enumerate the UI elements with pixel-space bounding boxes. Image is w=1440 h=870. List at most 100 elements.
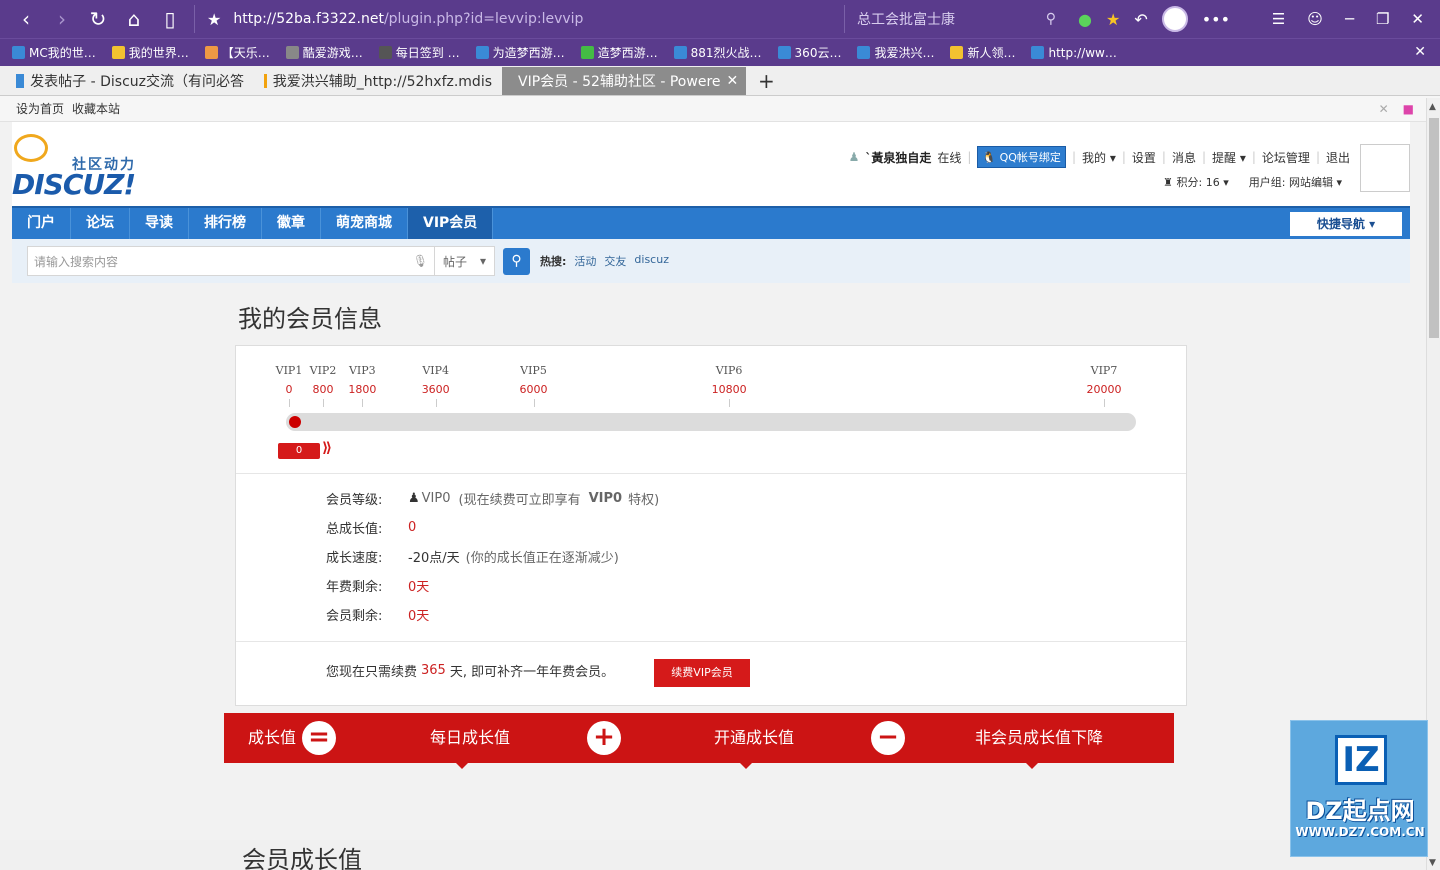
bookmark-item[interactable]: 酷爱游戏… <box>285 44 363 61</box>
bookmark-site-link[interactable]: 收藏本站 <box>72 100 120 117</box>
hot-item-2[interactable]: 交友 <box>604 253 626 269</box>
search-button[interactable]: ⚲ <box>503 247 530 275</box>
bookmark-item[interactable]: http://ww… <box>1031 46 1117 60</box>
reader-icon[interactable]: ▯ <box>154 7 186 31</box>
search-input[interactable]: 请输入搜索内容 🎙 <box>27 246 435 276</box>
speed-note: (你的成长值正在逐渐减少) <box>465 551 619 566</box>
close-icon[interactable]: ✕ <box>1414 44 1426 60</box>
nav-item[interactable]: VIP会员 <box>408 208 494 239</box>
level-tick <box>323 399 324 407</box>
scroll-thumb[interactable] <box>1429 118 1439 338</box>
main-nav: 门户 论坛 导读 排行榜 徽章 萌宠商城 VIP会员 快捷导航 ▾ <box>12 206 1410 239</box>
level-tick <box>362 399 364 407</box>
bookmark-item[interactable]: MC我的世… <box>12 44 96 61</box>
scroll-down-icon[interactable]: ▼ <box>1429 858 1436 868</box>
new-tab-button[interactable]: + <box>746 67 787 95</box>
bookmark-item[interactable]: 【天乐… <box>204 44 270 61</box>
address-bar[interactable]: ★ http://52ba.f3322.net/plugin.php?id=le… <box>194 5 844 33</box>
level-name: VIP3 <box>348 364 376 377</box>
nav-item[interactable]: 萌宠商城 <box>321 208 408 239</box>
renew-row: 您现在只需续费 365 天, 即可补齐一年年费会员。 <box>326 661 614 680</box>
wechat-icon[interactable]: ● <box>1078 10 1092 29</box>
my-menu[interactable]: 我的 ▾ <box>1082 149 1116 166</box>
search-icon[interactable]: ⚲ <box>1046 11 1056 27</box>
browser-search[interactable]: 总工会批富士康 ⚲ <box>844 5 1064 33</box>
minimize-button[interactable]: ─ <box>1345 10 1354 28</box>
logout-link[interactable]: 退出 <box>1326 149 1350 166</box>
url-host: http://52ba.f3322.net <box>233 11 384 27</box>
level-threshold: 6000 <box>519 383 548 396</box>
bookmark-item[interactable]: 360云… <box>777 44 842 61</box>
site-logo[interactable]: 社区动力 DISCUZ! <box>12 132 152 202</box>
bookmark-item[interactable]: 我爱洪兴… <box>857 44 934 61</box>
bookmark-label: 360云… <box>794 46 842 60</box>
menu-icon[interactable]: ☰ <box>1272 10 1285 28</box>
points-menu[interactable]: ♜ 积分: 16 ▾ <box>1163 174 1229 190</box>
usergroup-menu[interactable]: 用户组: 网站编辑 ▾ <box>1249 174 1342 190</box>
bookmark-item[interactable]: 为造梦西游… <box>475 44 565 61</box>
bookmark-star-icon[interactable]: ★ <box>207 10 221 29</box>
nav-item[interactable]: 徽章 <box>262 208 321 239</box>
bookmark-label: 为造梦西游… <box>492 46 565 60</box>
close-window-button[interactable]: ✕ <box>1411 10 1424 28</box>
hot-item-3[interactable]: discuz <box>634 253 669 269</box>
search-type-select[interactable]: 帖子 ▾ <box>435 246 495 276</box>
hot-search-label: 热搜: <box>540 255 567 268</box>
qq-bind-button[interactable]: 🐧 QQ帐号绑定 <box>977 146 1066 168</box>
tab-3-active[interactable]: VIP会员 - 52辅助社区 - Powere ✕ <box>502 67 746 95</box>
bookmark-favicon-icon <box>673 46 687 59</box>
back-icon[interactable]: ‹ <box>10 7 42 31</box>
user-icon: ♟ <box>848 150 860 164</box>
nav-item[interactable]: 导读 <box>130 208 189 239</box>
nav-item[interactable]: 门户 <box>12 208 71 239</box>
style-icon[interactable]: ■ <box>1403 102 1414 116</box>
renew-vip-button[interactable]: 续费VIP会员 <box>654 659 750 687</box>
home-icon[interactable]: ⌂ <box>118 7 150 31</box>
tab-close-icon[interactable]: ✕ <box>727 73 739 89</box>
forward-icon[interactable]: › <box>46 7 78 31</box>
messages-link[interactable]: 消息 <box>1172 149 1196 166</box>
tab-favicon-icon <box>264 74 267 88</box>
username-link[interactable]: `黃泉独自走 <box>865 149 931 166</box>
reminders-label: 提醒 <box>1212 150 1237 165</box>
tab-1[interactable]: 发表帖子 - Discuz交流（有问必答 <box>6 67 254 95</box>
restore-button[interactable]: ❐ <box>1376 10 1389 28</box>
reload-icon[interactable]: ↻ <box>82 7 114 31</box>
bookmark-item[interactable]: 造梦西游… <box>580 44 658 61</box>
total-value: 0 <box>408 520 417 535</box>
nav-item[interactable]: 论坛 <box>71 208 130 239</box>
tab-2[interactable]: 我爱洪兴辅助_http://52hxfz.mdis <box>254 67 502 95</box>
notch <box>740 763 752 769</box>
undo-icon[interactable]: ↶ <box>1134 10 1147 29</box>
url-path: /plugin.php?id=levvip:levvip <box>383 11 584 27</box>
bookmark-item[interactable]: 新人领… <box>950 44 1015 61</box>
set-home-link[interactable]: 设为首页 <box>16 100 64 117</box>
nav-item[interactable]: 排行榜 <box>189 208 262 239</box>
favorites-icon[interactable]: ★ <box>1106 10 1120 29</box>
online-status[interactable]: 在线 <box>937 149 961 166</box>
hot-item-1[interactable]: 活动 <box>574 253 596 269</box>
level-threshold: 1800 <box>348 383 377 396</box>
reminders-menu[interactable]: 提醒 ▾ <box>1212 149 1246 166</box>
settings-link[interactable]: 设置 <box>1132 149 1156 166</box>
current-value-badge: 0 <box>278 443 320 459</box>
bookmark-item[interactable]: 每日签到 … <box>378 44 460 61</box>
scroll-up-icon[interactable]: ▲ <box>1429 102 1436 112</box>
bookmark-item[interactable]: 我的世界… <box>111 44 189 61</box>
bookmark-favicon-icon <box>475 46 489 59</box>
level-name: VIP7 <box>1090 364 1118 377</box>
more-icon[interactable]: ••• <box>1202 10 1230 29</box>
user-avatar[interactable] <box>1360 144 1410 192</box>
level-name: VIP2 <box>309 364 337 377</box>
growth-item-total: 成长值 <box>248 728 297 747</box>
mic-icon[interactable]: 🎙 <box>413 254 428 268</box>
bookmark-favicon-icon <box>204 46 218 59</box>
forum-admin-link[interactable]: 论坛管理 <box>1262 149 1310 166</box>
switch-width-icon[interactable]: ✕ <box>1379 102 1389 116</box>
page-scrollbar[interactable]: ▲ ▼ <box>1426 98 1440 870</box>
quick-nav-button[interactable]: 快捷导航 ▾ <box>1290 211 1402 236</box>
profile-avatar[interactable] <box>1161 6 1188 32</box>
bookmark-item[interactable]: 881烈火战… <box>673 44 762 61</box>
logo-bubble-icon <box>14 134 48 162</box>
account-icon[interactable]: ☺ <box>1307 10 1323 28</box>
